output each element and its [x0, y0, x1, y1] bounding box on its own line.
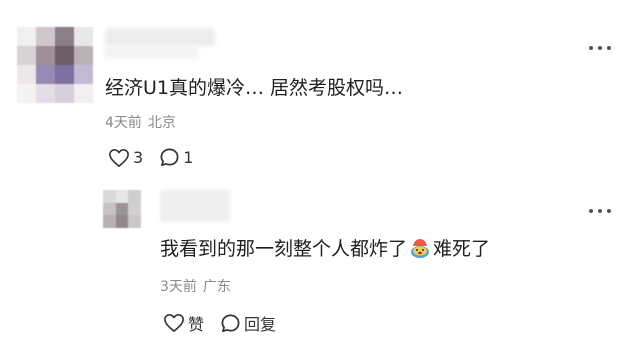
- heart-outline-icon: [109, 148, 129, 167]
- username-blurred[interactable]: [105, 28, 215, 46]
- username-blurred-secondary: [104, 46, 199, 58]
- reply-meta: 3天前 广东: [160, 276, 231, 296]
- like-count: 3: [133, 148, 144, 167]
- comment-time: 4天前: [105, 115, 142, 131]
- exploding-face-emoji: [411, 238, 430, 258]
- reply-button[interactable]: 1: [159, 147, 193, 168]
- more-dots-icon[interactable]: [589, 45, 611, 51]
- reply-username-blurred[interactable]: [160, 190, 230, 222]
- speech-bubble-icon: [221, 314, 240, 332]
- like-button[interactable]: 3: [108, 148, 143, 168]
- reply-location: 广东: [202, 279, 231, 295]
- like-label: 赞: [188, 315, 205, 334]
- more-dots-icon[interactable]: [589, 208, 611, 214]
- speech-bubble-icon: [160, 148, 179, 166]
- commenter-avatar[interactable]: [17, 27, 93, 103]
- comment-location: 北京: [147, 115, 176, 131]
- reply-count: 1: [183, 148, 194, 167]
- comment-text: 经济U1真的爆冷… 居然考股权吗…: [105, 77, 404, 99]
- reply-text: 我看到的那一刻整个人都炸了 难死了: [160, 234, 490, 261]
- comment-actions: 3 1: [108, 147, 209, 168]
- like-button[interactable]: 赞: [163, 311, 204, 335]
- reply-button[interactable]: 回复: [220, 311, 276, 335]
- reply-time: 3天前: [160, 279, 197, 295]
- heart-outline-icon: [164, 314, 184, 332]
- reply-text-before: 我看到的那一刻整个人都炸了: [160, 238, 408, 260]
- reply-avatar[interactable]: [103, 190, 141, 228]
- reply-actions: 赞 回复: [163, 311, 292, 335]
- reply-text-after: 难死了: [433, 238, 491, 260]
- reply-label: 回复: [244, 315, 277, 334]
- comment-meta: 4天前 北京: [105, 112, 176, 132]
